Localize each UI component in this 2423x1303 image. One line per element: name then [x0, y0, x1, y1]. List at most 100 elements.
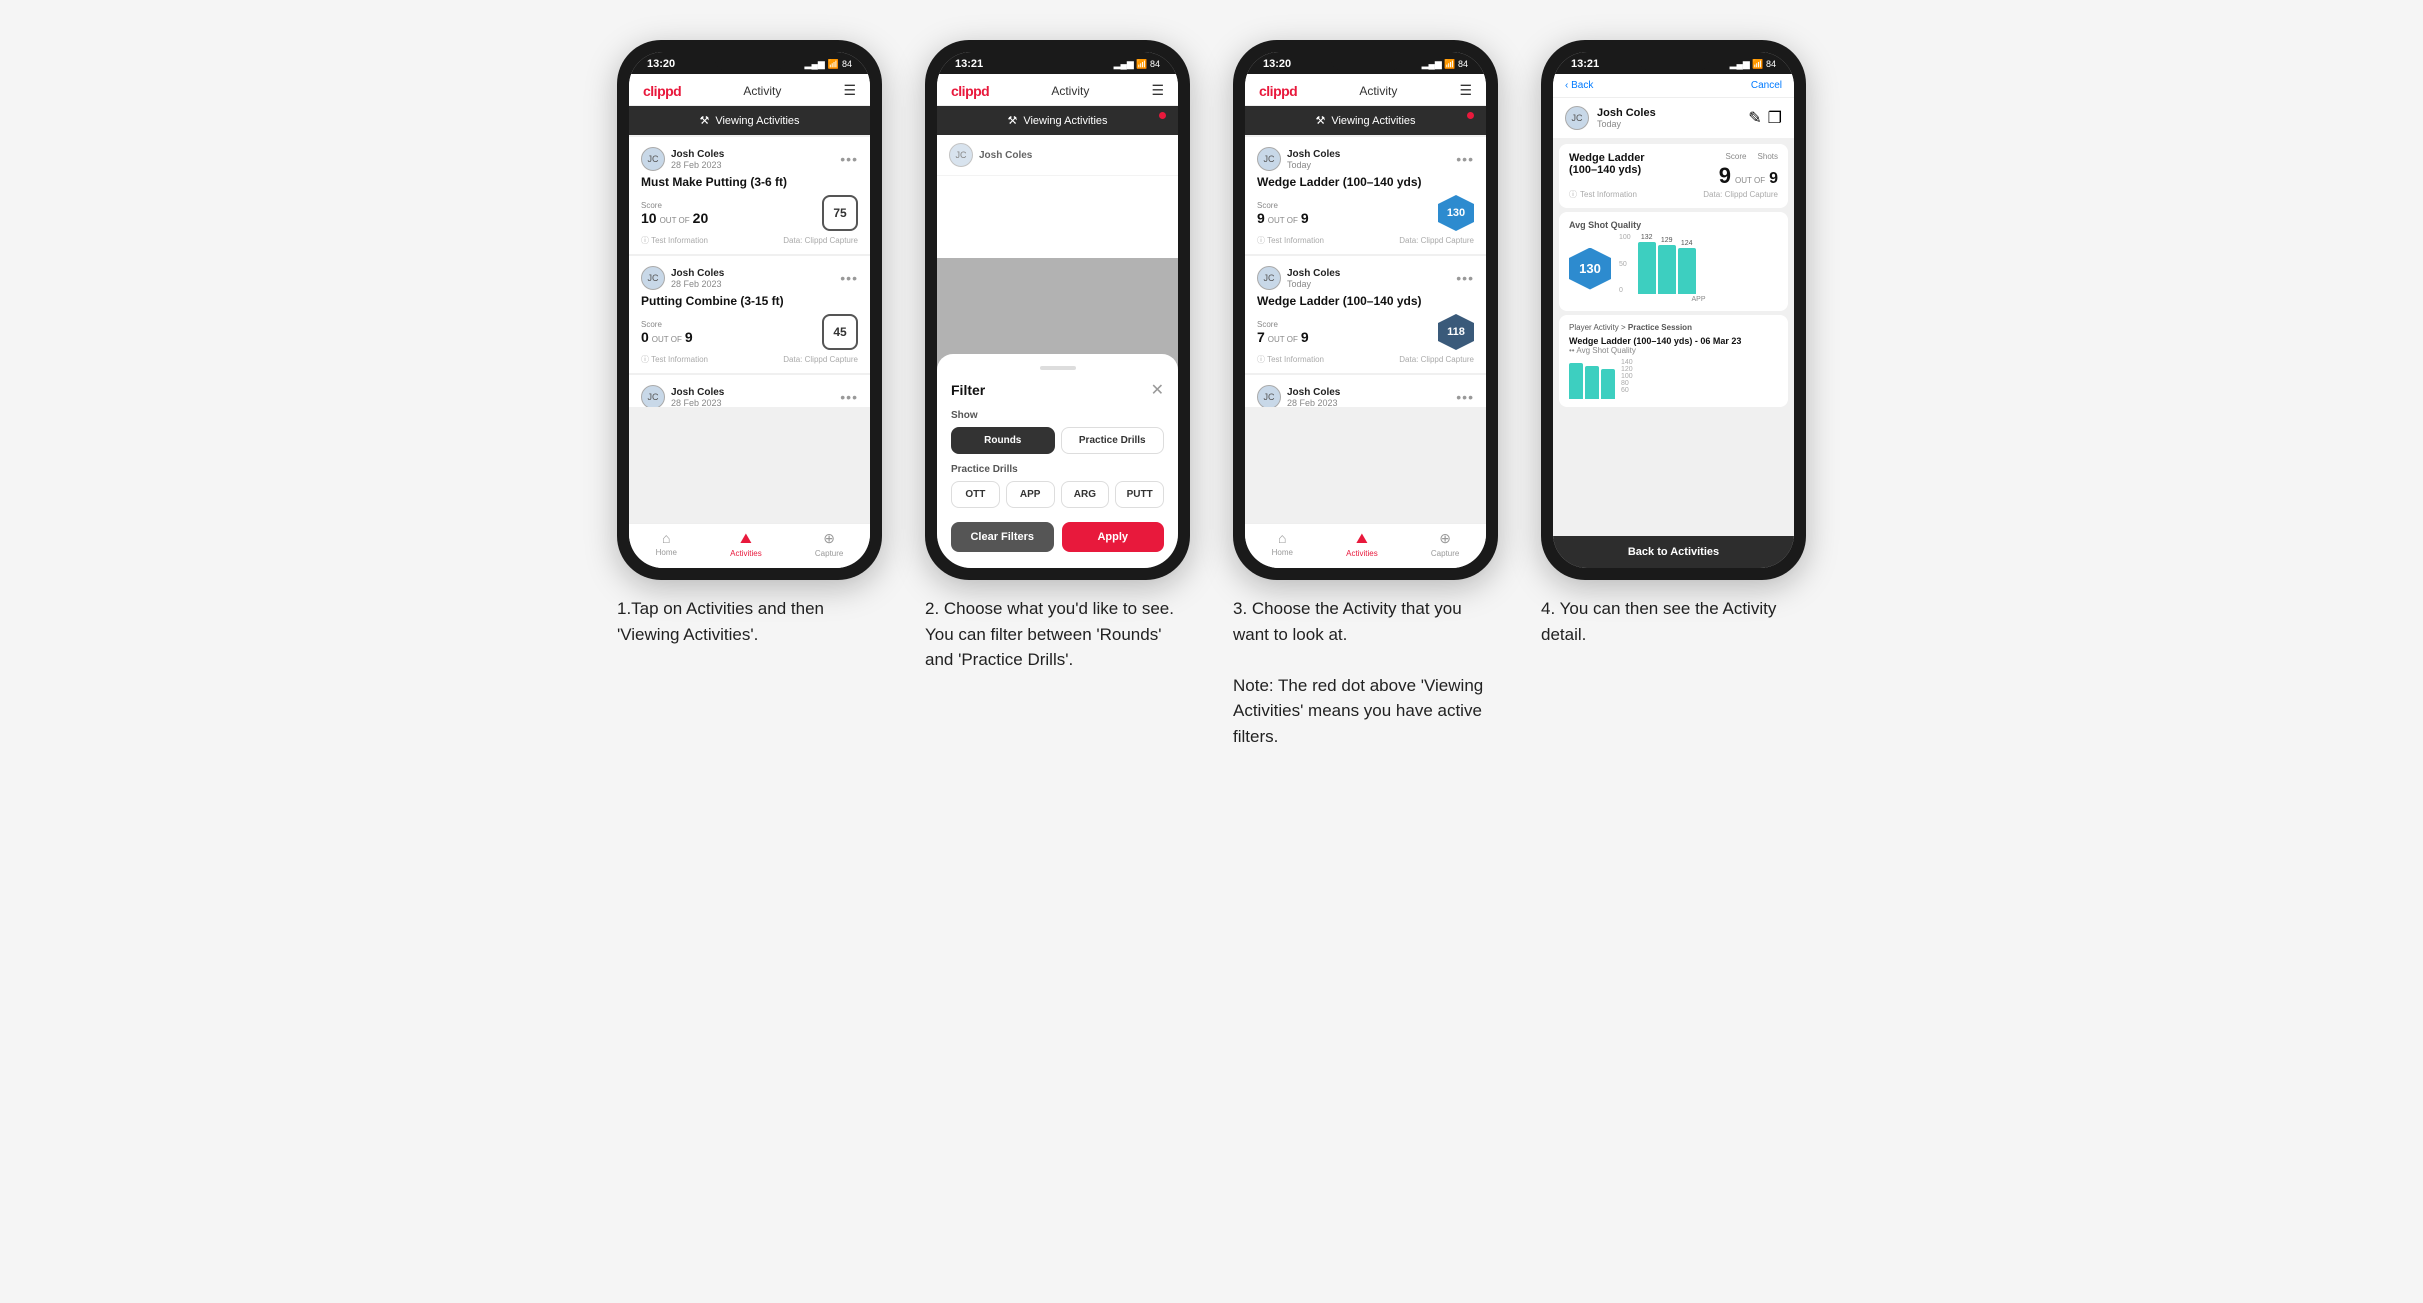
bar-2-4: 129	[1658, 237, 1676, 294]
app-header-1: clippd Activity ☰	[629, 74, 870, 106]
expand-icon-4[interactable]: ❐	[1768, 108, 1782, 128]
phone-4: 13:21 ▂▄▆ 📶 84 ‹ Back Cancel JC Josh Col…	[1541, 40, 1806, 580]
user-name-1-2: Josh Coles	[671, 268, 724, 279]
bar-rect-1-4	[1638, 242, 1656, 294]
detail-shots-4: 9	[1769, 170, 1778, 188]
time-3: 13:20	[1263, 58, 1291, 70]
detail-info-4: ⓘTest InformationData: Clippd Capture	[1569, 189, 1778, 200]
apply-btn[interactable]: Apply	[1062, 522, 1165, 552]
screen-2: 13:21 ▂▄▆ 📶 84 clippd Activity ☰ ⚒ Viewi…	[937, 52, 1178, 568]
viewing-banner-3[interactable]: ⚒ Viewing Activities	[1245, 106, 1486, 135]
nav-capture-1[interactable]: ⊕ Capture	[815, 530, 843, 558]
signal-2: ▂▄▆ 📶 84	[1114, 59, 1160, 70]
filter-close-2[interactable]: ✕	[1151, 380, 1164, 400]
bar-1-4: 132	[1638, 234, 1656, 294]
logo-2: clippd	[951, 83, 989, 99]
detail-date-4: Today	[1597, 119, 1656, 129]
filter-sheet-2: Filter ✕ Show Rounds Practice Drills Pra…	[937, 354, 1178, 568]
footer-left-1-1: ⓘ Test Information	[641, 235, 708, 246]
menu-icon-1[interactable]: ☰	[843, 82, 856, 99]
app-header-2: clippd Activity ☰	[937, 74, 1178, 106]
mini-bar-1	[1569, 363, 1583, 399]
dots-3-1[interactable]: •••	[1456, 151, 1474, 167]
signal-1: ▂▄▆ 📶 84	[805, 59, 852, 70]
nav-home-1[interactable]: ⌂ Home	[656, 530, 677, 558]
activity-card-3-3[interactable]: JC Josh Coles 28 Feb 2023 •••	[1245, 375, 1486, 407]
bg-user-name-2: Josh Coles	[979, 150, 1032, 161]
dots-1-3[interactable]: •••	[840, 389, 858, 405]
detail-icons-4: ✎ ❐	[1748, 108, 1782, 128]
menu-icon-2[interactable]: ☰	[1151, 82, 1164, 99]
clear-filters-btn[interactable]: Clear Filters	[951, 522, 1054, 552]
activity-card-1-3[interactable]: JC Josh Coles 28 Feb 2023 •••	[629, 375, 870, 407]
signal-3: ▂▄▆ 📶 84	[1422, 59, 1468, 70]
signal-bars-1: ▂▄▆	[805, 59, 825, 70]
score-card-4: Wedge Ladder(100–140 yds) Score Shots 9 …	[1559, 144, 1788, 208]
filter-ott-btn[interactable]: OTT	[951, 481, 1000, 508]
viewing-banner-text-2: Viewing Activities	[1023, 115, 1107, 127]
filter-arg-btn[interactable]: ARG	[1061, 481, 1110, 508]
filter-app-btn[interactable]: APP	[1006, 481, 1055, 508]
filter-putt-btn[interactable]: PUTT	[1115, 481, 1164, 508]
notch-2	[1023, 53, 1093, 71]
nav-activities-label-3: Activities	[1346, 549, 1378, 558]
chart-bars-4: 132 129 124	[1638, 234, 1696, 294]
score-label-3-2: Score	[1257, 320, 1309, 329]
shot-quality-hex-3-1: 130	[1438, 195, 1474, 231]
header-title-3: Activity	[1359, 84, 1397, 98]
dots-1-2[interactable]: •••	[840, 270, 858, 286]
card-title-1-2: Putting Combine (3-15 ft)	[641, 294, 858, 308]
avatar-4: JC	[1565, 106, 1589, 130]
filter-practice-btn[interactable]: Practice Drills	[1061, 427, 1165, 454]
nav-capture-3[interactable]: ⊕ Capture	[1431, 530, 1459, 558]
bar-3-4: 124	[1678, 240, 1696, 294]
red-dot-3	[1467, 112, 1474, 119]
back-btn-4[interactable]: ‹ Back	[1565, 80, 1593, 91]
phone-col-3: 13:20 ▂▄▆ 📶 84 clippd Activity ☰ ⚒ Viewi…	[1226, 40, 1506, 749]
dots-3-2[interactable]: •••	[1456, 270, 1474, 286]
nav-home-3[interactable]: ⌂ Home	[1272, 530, 1293, 558]
signal-4: ▂▄▆ 📶 84	[1730, 59, 1776, 70]
activity-card-3-2[interactable]: JC Josh Coles Today ••• Wedge Ladder (10…	[1245, 256, 1486, 373]
footer-right-1-2: Data: Clippd Capture	[783, 355, 858, 364]
viewing-banner-2[interactable]: ⚒ Viewing Activities	[937, 106, 1178, 135]
dots-1-1[interactable]: •••	[840, 151, 858, 167]
phone-2: 13:21 ▂▄▆ 📶 84 clippd Activity ☰ ⚒ Viewi…	[925, 40, 1190, 580]
filter-icon-2: ⚒	[1007, 114, 1017, 127]
activity-list-3: JC Josh Coles Today ••• Wedge Ladder (10…	[1245, 135, 1486, 523]
bottom-nav-1: ⌂ Home ⛰ Activities ⊕ Capture	[629, 523, 870, 568]
chart-x-label-4: APP	[1619, 296, 1778, 303]
home-icon-1: ⌂	[662, 530, 670, 546]
cancel-btn-4[interactable]: Cancel	[1751, 80, 1782, 91]
activity-card-1-1[interactable]: JC Josh Coles 28 Feb 2023 ••• Must Make …	[629, 137, 870, 254]
nav-activities-1[interactable]: ⛰ Activities	[730, 530, 762, 558]
score-label-1-1: Score	[641, 201, 708, 210]
back-to-activities-btn-4[interactable]: Back to Activities	[1553, 536, 1794, 568]
header-title-2: Activity	[1051, 84, 1089, 98]
phones-row: 13:20 ▂▄▆ 📶 84 clippd Activity ☰ ⚒ Viewi…	[610, 40, 1814, 749]
nav-home-label-3: Home	[1272, 548, 1293, 557]
capture-icon-3: ⊕	[1439, 530, 1451, 547]
phone-1: 13:20 ▂▄▆ 📶 84 clippd Activity ☰ ⚒ Viewi…	[617, 40, 882, 580]
user-date-3-1: Today	[1287, 160, 1340, 170]
activities-icon-1: ⛰	[740, 530, 752, 547]
bottom-nav-3: ⌂ Home ⛰ Activities ⊕ Capture	[1245, 523, 1486, 568]
avatar-3-3: JC	[1257, 385, 1281, 407]
filter-show-row-2: Rounds Practice Drills	[951, 427, 1164, 454]
edit-icon-4[interactable]: ✎	[1748, 108, 1761, 128]
activity-card-1-2[interactable]: JC Josh Coles 28 Feb 2023 ••• Putting Co…	[629, 256, 870, 373]
activities-icon-3: ⛰	[1356, 530, 1368, 547]
dots-3-3[interactable]: •••	[1456, 389, 1474, 405]
mini-chart-4: 1401201008060	[1569, 359, 1778, 399]
card-title-3-1: Wedge Ladder (100–140 yds)	[1257, 175, 1474, 189]
nav-activities-3[interactable]: ⛰ Activities	[1346, 530, 1378, 558]
drill-sub-4: •• Avg Shot Quality	[1569, 346, 1778, 355]
caption-4: 4. You can then see the Activity detail.	[1541, 596, 1806, 647]
notch-4	[1639, 53, 1709, 71]
filter-rounds-btn[interactable]: Rounds	[951, 427, 1055, 454]
menu-icon-3[interactable]: ☰	[1459, 82, 1472, 99]
viewing-banner-text-3: Viewing Activities	[1331, 115, 1415, 127]
detail-outof-4: OUT OF	[1735, 176, 1765, 185]
activity-card-3-1[interactable]: JC Josh Coles Today ••• Wedge Ladder (10…	[1245, 137, 1486, 254]
viewing-banner-1[interactable]: ⚒ Viewing Activities	[629, 106, 870, 135]
